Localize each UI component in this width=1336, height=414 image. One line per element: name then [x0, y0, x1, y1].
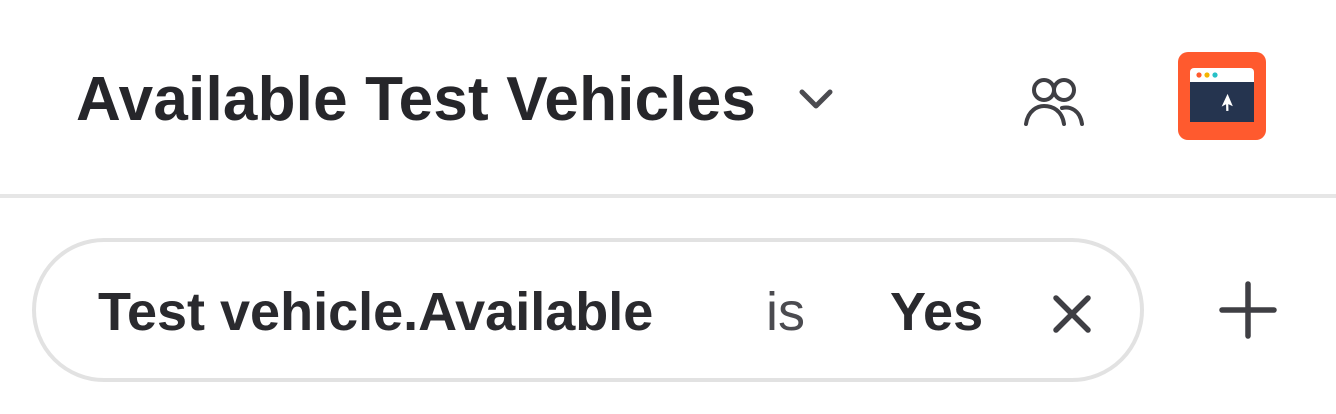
filter-field-label[interactable]: Test vehicle.Available [98, 276, 653, 348]
app-icon[interactable] [1178, 52, 1266, 140]
filter-operator[interactable]: is [766, 276, 805, 348]
filter-value[interactable]: Yes [890, 276, 983, 348]
view-title-dropdown[interactable]: Available Test Vehicles [76, 52, 836, 148]
plus-icon[interactable] [1218, 280, 1278, 340]
browser-window-cursor-icon [1190, 68, 1254, 122]
header: Available Test Vehicles [0, 0, 1336, 198]
chevron-down-icon [799, 89, 833, 109]
people-icon[interactable] [1022, 70, 1086, 130]
filter-chip[interactable]: Test vehicle.Available is Yes [32, 238, 1144, 382]
page-title: Available Test Vehicles [76, 65, 757, 134]
close-icon[interactable] [1050, 292, 1094, 336]
